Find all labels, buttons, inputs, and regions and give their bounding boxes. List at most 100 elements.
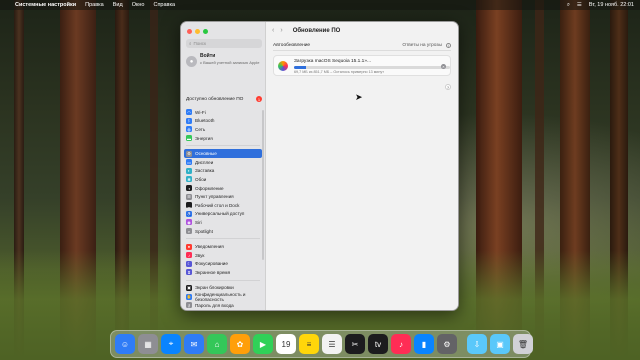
sidebar-item-siri[interactable]: ◉ Siri <box>184 218 262 227</box>
sidebar-item-appearance[interactable]: ◑ Оформление <box>184 184 262 193</box>
sidebar-separator <box>186 145 260 147</box>
sidebar-item-bluetooth[interactable]: ᛒ Bluetooth <box>184 117 262 126</box>
control-center-icon[interactable]: ☰ <box>577 2 582 8</box>
sidebar-item-label: Обои <box>195 176 207 182</box>
sidebar-item-label: Дисплеи <box>195 159 214 165</box>
finalcut-icon[interactable]: ✂ <box>345 334 365 354</box>
sidebar-item-wallpaper[interactable]: ✽ Обои <box>184 175 262 184</box>
keynote-icon[interactable]: ▮ <box>414 334 434 354</box>
sidebar-item-label: Siri <box>195 219 202 225</box>
sidebar-item-control-center[interactable]: ☰ Пункт управления <box>184 192 262 201</box>
sidebar-item-label: Основные <box>195 151 217 157</box>
forward-icon[interactable]: › <box>280 27 282 34</box>
sidebar-item-label: Экран блокировки <box>195 285 234 291</box>
sidebar-item-screensaver[interactable]: ◐ Заставка <box>184 167 262 176</box>
download-progress-fill <box>294 66 307 69</box>
zoom-button[interactable] <box>203 29 208 34</box>
sidebar-item-label: Фокусирование <box>195 261 228 267</box>
music-icon[interactable]: ♪ <box>391 334 411 354</box>
toolbar: ‹ › Обновление ПО <box>266 22 458 39</box>
sidebar-scrollbar[interactable] <box>262 110 264 260</box>
sidebar-item-label: Сеть <box>195 126 206 132</box>
sidebar-item-hourglass[interactable]: ⧗ Экранное время <box>184 268 262 277</box>
sidebar-item-bell[interactable]: ● Уведомления <box>184 242 262 251</box>
search-icon[interactable]: ⌕ <box>567 2 570 9</box>
close-button[interactable] <box>187 29 192 34</box>
settings-window: ⌕ Поиск ● Войти с Вашей учетной записью … <box>180 21 459 311</box>
clock[interactable]: Вт, 19 нояб. 22:01 <box>589 2 634 8</box>
sidebar-item-label: Пароль для входа <box>195 302 234 308</box>
sidebar-item-key[interactable]: ⚷ Пароль для входа <box>184 301 262 310</box>
search-placeholder: Поиск <box>193 41 207 46</box>
sidebar-item-spotlight[interactable]: ⌕ Spotlight <box>184 227 262 236</box>
documents-folder-icon[interactable]: ▣ <box>490 334 510 354</box>
bluetooth-icon: ᛒ <box>186 117 192 124</box>
sidebar-item-label: Пункт управления <box>195 194 234 200</box>
info-icon[interactable]: i <box>446 43 451 48</box>
sidebar-item-globe[interactable]: ◍ Сеть <box>184 125 262 134</box>
globe-icon: ◍ <box>186 126 192 133</box>
sidebar-item-accessibility[interactable]: ♿ Универсальный доступ <box>184 210 262 219</box>
auto-update-value: Ответы на угрозы <box>402 43 442 48</box>
download-card: Загрузка macOS Sequoia 15.1.1»... 69,7 М… <box>273 55 451 76</box>
account-signin[interactable]: ● Войти с Вашей учетной записью Apple <box>186 53 262 81</box>
account-subtitle: с Вашей учетной записью Apple <box>200 60 260 65</box>
battery-icon: ▬ <box>186 135 192 142</box>
search-icon: ⌕ <box>189 41 192 46</box>
download-progress-bar <box>294 66 450 69</box>
sidebar-item-dock[interactable]: ▁ Рабочий стол и Dock <box>184 201 262 210</box>
sidebar-item-hand[interactable]: ✋ Конфиденциальность и безопасность <box>184 292 262 302</box>
menu-edit[interactable]: Правка <box>85 2 104 8</box>
tv-icon[interactable]: tv <box>368 334 388 354</box>
sidebar-item-wifi[interactable]: ◠ Wi-Fi <box>184 108 262 117</box>
trash-icon[interactable]: 🗑 <box>513 334 533 354</box>
mouse-cursor-icon: ➤ <box>355 92 363 102</box>
menu-view[interactable]: Вид <box>113 2 123 8</box>
sidebar-item-label: Рабочий стол и Dock <box>195 202 240 208</box>
sidebar-item-gear[interactable]: ⚙ Основные <box>184 149 262 158</box>
help-button[interactable]: ? <box>445 84 451 90</box>
sidebar-item-label: Энергия <box>195 135 213 141</box>
maps-icon[interactable]: ⌂ <box>207 334 227 354</box>
sidebar-item-moon[interactable]: ☾ Фокусирование <box>184 260 262 269</box>
sidebar-item-label: Экранное время <box>195 269 231 275</box>
siri-icon: ◉ <box>186 219 192 226</box>
app-menu[interactable]: Системные настройки <box>15 2 76 8</box>
window-controls <box>187 29 208 34</box>
search-input[interactable]: ⌕ Поиск <box>186 39 262 48</box>
appearance-icon: ◑ <box>186 185 192 192</box>
downloads-folder-icon[interactable]: ⇩ <box>467 334 487 354</box>
facetime-icon[interactable]: ▶ <box>253 334 273 354</box>
system-settings-icon[interactable]: ⚙ <box>437 334 457 354</box>
safari-icon[interactable]: ⌖ <box>161 334 181 354</box>
sidebar-item-label: Spotlight <box>195 228 213 234</box>
dock: ☺ ▦ ⌖ ✉ ⌂ ✿ ▶ 19 ≡ ☰ ✂ tv ♪ ▮ ⚙ ⇩ ▣ 🗑 <box>110 330 533 358</box>
cancel-download-icon[interactable]: ✕ <box>441 64 446 69</box>
sidebar-item-software-update[interactable]: Доступно обновление ПО 1 <box>186 95 262 103</box>
auto-update-row: Автообновление Ответы на угрозы i <box>273 41 451 51</box>
launchpad-icon[interactable]: ▦ <box>138 334 158 354</box>
sidebar-item-battery[interactable]: ▬ Энергия <box>184 134 262 143</box>
accessibility-icon: ♿ <box>186 210 192 217</box>
finder-icon[interactable]: ☺ <box>115 334 135 354</box>
account-title: Войти <box>200 53 216 59</box>
menu-window[interactable]: Окно <box>132 2 145 8</box>
hourglass-icon: ⧗ <box>186 269 192 276</box>
bell-icon: ● <box>186 243 192 250</box>
photos-icon[interactable]: ✿ <box>230 334 250 354</box>
minimize-button[interactable] <box>195 29 200 34</box>
page-title: Обновление ПО <box>292 27 341 34</box>
menu-help[interactable]: Справка <box>153 2 175 8</box>
sidebar-item-label: Оформление <box>195 185 224 191</box>
gear-icon: ⚙ <box>186 150 192 157</box>
reminders-icon[interactable]: ☰ <box>322 334 342 354</box>
sidebar-item-speaker[interactable]: ♪ Звук <box>184 251 262 260</box>
sidebar-item-label: Звук <box>195 252 205 258</box>
back-icon[interactable]: ‹ <box>272 27 274 34</box>
sidebar-item-label: Уведомления <box>195 244 224 250</box>
mail-icon[interactable]: ✉ <box>184 334 204 354</box>
sidebar-item-display[interactable]: ▭ Дисплеи <box>184 158 262 167</box>
wifi-icon: ◠ <box>186 109 192 116</box>
notes-icon[interactable]: ≡ <box>299 334 319 354</box>
calendar-icon[interactable]: 19 <box>276 334 296 354</box>
